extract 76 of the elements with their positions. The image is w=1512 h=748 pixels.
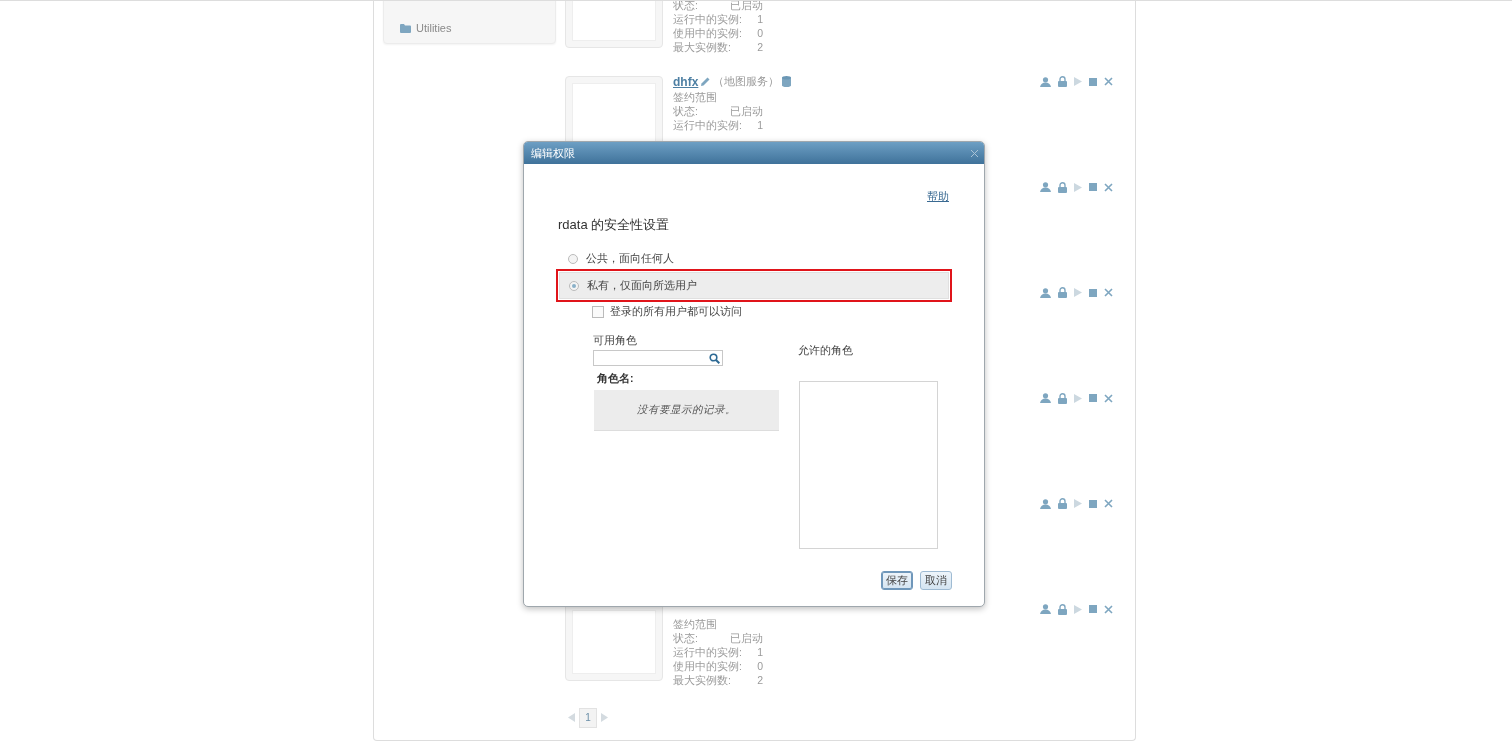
play-icon[interactable] [1074,604,1082,614]
next-icon[interactable] [601,713,608,722]
radio-icon[interactable] [569,280,579,291]
detail-label: 状态: [673,631,698,645]
detail-value: 0 [757,659,763,673]
stop-icon[interactable] [1089,499,1097,508]
person-icon[interactable] [1040,182,1051,192]
checkbox-label: 登录的所有用户都可以访问 [610,304,742,319]
close-icon[interactable] [1104,393,1113,403]
person-icon[interactable] [1040,604,1051,614]
option-label: 公共，面向任何人 [586,251,674,266]
play-icon[interactable] [1074,499,1082,508]
person-icon[interactable] [1040,76,1051,87]
pencil-icon[interactable] [701,77,711,86]
empty-message: 没有要显示的记录。 [594,390,779,431]
close-icon[interactable] [1104,77,1113,86]
folder-icon [400,23,411,33]
close-icon[interactable] [1104,604,1113,614]
play-icon[interactable] [1074,182,1082,192]
play-icon[interactable] [1074,77,1082,86]
detail-value: 1 [757,645,763,659]
detail-value: 0 [757,26,763,40]
allowed-roles-list[interactable] [799,381,938,549]
dialog-heading: rdata 的安全性设置 [558,216,671,232]
detail-value: 已启动 [730,103,763,118]
detail-label: 状态: [673,103,698,118]
search-field[interactable] [593,350,723,366]
detail-label: 运行中的实例: [673,12,742,26]
close-icon[interactable] [1104,288,1113,297]
detail-value: 已启动 [730,631,763,645]
service-name-link[interactable]: dhfx [673,74,699,89]
help-link[interactable]: 帮助 [927,189,949,204]
person-icon[interactable] [1040,393,1051,403]
field-label: 可用角色 [593,334,637,347]
previous-icon[interactable] [568,713,575,722]
dialog-title: 编辑权限 [531,145,575,161]
lock-icon[interactable] [1058,76,1067,87]
detail-label: 最大实例数: [673,40,731,54]
person-icon[interactable] [1040,287,1051,298]
option-label: 私有，仅面向所选用户 [587,278,697,293]
detail-label: 使用中的实例: [673,659,742,673]
detail-value: 2 [757,40,763,54]
lock-icon[interactable] [1058,603,1067,615]
detail-value: 1 [757,117,763,132]
list-label: 允许的角色 [798,344,853,357]
detail-label: 状态: [673,1,698,12]
lock-icon[interactable] [1058,287,1067,298]
close-icon[interactable] [1104,182,1113,192]
lock-icon[interactable] [1058,392,1067,404]
detail-label: 使用中的实例: [673,26,742,40]
detail-label: 运行中的实例: [673,645,742,659]
detail-value: 2 [757,673,763,687]
dialog-button[interactable]: 取消 [920,571,952,590]
checkbox[interactable] [592,305,604,318]
service-scope: 签约范围 [673,618,717,630]
column-header: 角色名: [597,372,634,385]
lock-icon[interactable] [1058,181,1067,193]
lock-icon[interactable] [1058,498,1067,509]
play-icon[interactable] [1074,288,1082,297]
detail-label: 最大实例数: [673,673,731,687]
detail-value: 1 [757,12,763,26]
detail-label: 运行中的实例: [673,117,742,132]
stop-icon[interactable] [1089,77,1097,86]
radio-option[interactable]: 公共，面向任何人 [559,245,949,272]
close-icon[interactable] [971,149,978,157]
close-icon[interactable] [1104,499,1113,508]
database-icon [782,76,792,87]
stop-icon[interactable] [1089,288,1097,297]
radio-icon[interactable] [568,253,578,264]
service-scope: 签约范围 [673,90,717,103]
radio-option[interactable]: 私有，仅面向所选用户 [559,272,949,299]
service-type: （地图服务） [713,74,780,89]
search-icon[interactable] [709,352,720,364]
dialog-button[interactable]: 保存 [881,571,913,590]
person-icon[interactable] [1040,498,1051,509]
play-icon[interactable] [1074,393,1082,403]
